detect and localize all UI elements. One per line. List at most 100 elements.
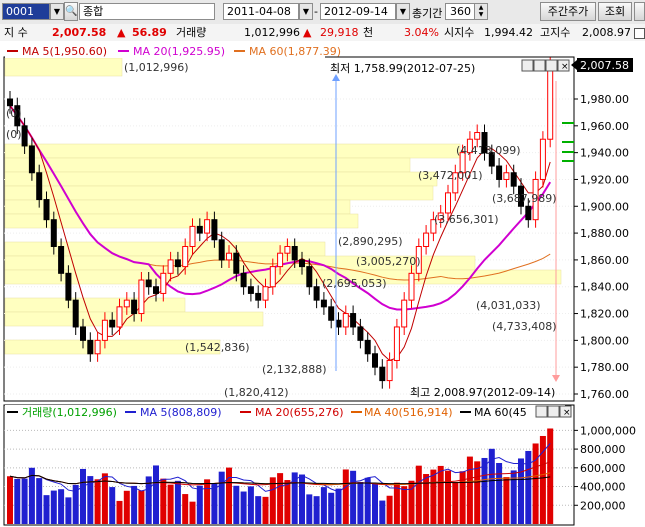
volume-bar <box>313 496 320 524</box>
volume-bar <box>481 457 488 524</box>
y-tick-label: 1,820.00 <box>580 308 629 321</box>
candle-body <box>539 138 546 180</box>
volume-profile-label: (3,656,301) <box>434 213 499 226</box>
stock-chart: 최저 1,758.99(2012-07-25) 최고 2,008.97(2012… <box>0 41 645 527</box>
volume-profile-label: (4,031,033) <box>476 299 541 312</box>
candle-body <box>58 246 65 274</box>
volume-bar <box>547 428 554 524</box>
candle-body <box>269 266 276 288</box>
candle-body <box>408 272 415 301</box>
volume-profile-bar <box>4 171 438 187</box>
query-button[interactable]: 조회 <box>598 2 632 21</box>
more-button[interactable] <box>634 2 645 21</box>
minimize-icon[interactable] <box>521 59 534 72</box>
candle-body <box>123 299 130 308</box>
candle-body <box>43 199 50 221</box>
candle-body <box>211 219 218 241</box>
volume-bar <box>299 474 305 524</box>
candle-body <box>204 219 211 234</box>
volume-bar <box>174 480 181 524</box>
y-tick-label: 1,800.00 <box>580 334 629 347</box>
sort-icon[interactable] <box>545 59 558 72</box>
candle-body <box>393 326 400 361</box>
volume-bar <box>160 478 167 524</box>
volume-bar <box>488 448 495 524</box>
volume-bar <box>401 486 408 524</box>
volume-bar <box>182 494 189 524</box>
volume-bar <box>518 458 524 524</box>
candle-body <box>364 339 371 355</box>
volume-bar <box>452 482 459 524</box>
change-percent: 3.04% <box>404 26 439 39</box>
candle-body <box>153 286 159 294</box>
end-date-input[interactable]: 2012-09-14 <box>320 3 396 20</box>
volume-bar <box>43 495 50 524</box>
candle-body <box>72 299 79 328</box>
volume-value: 1,012,996 <box>244 26 300 39</box>
volume-bar <box>357 482 364 524</box>
candle-body <box>218 239 225 261</box>
volume-panel-controls: × <box>535 405 572 418</box>
candle-body <box>80 326 86 341</box>
start-date-input[interactable]: 2011-04-08 <box>223 3 299 20</box>
period-count-input[interactable]: 360 <box>445 3 475 20</box>
candle-body <box>328 306 335 321</box>
volume-bar <box>474 461 481 524</box>
volume-bar <box>379 500 386 524</box>
volume-bar <box>226 467 232 524</box>
candle-body <box>116 306 123 328</box>
volume-profile-label: (0) <box>6 107 22 120</box>
candle-body <box>320 299 327 308</box>
open-index-label: 시지수 <box>444 26 475 39</box>
volume-bar <box>204 479 211 524</box>
candle-body <box>445 192 451 214</box>
volume-bar <box>342 469 349 524</box>
volume-bar <box>109 487 116 524</box>
volume-y-tick-label: 1,000,000 <box>580 424 636 437</box>
volume-bar <box>80 468 86 524</box>
candle-body <box>496 165 503 180</box>
candle-body <box>189 225 196 248</box>
high-index-label: 고지수 <box>540 26 571 39</box>
end-date-dropdown-icon[interactable]: ▼ <box>396 3 410 20</box>
candle-body <box>28 145 35 174</box>
volume-ma5-legend: MA 5(808,809) <box>140 406 222 419</box>
candle-body <box>138 279 145 315</box>
low-note: 최저 1,758.99(2012-07-25) <box>330 62 475 75</box>
volume-bar <box>58 489 65 524</box>
volume-bar <box>131 485 138 524</box>
y-tick-label: 1,940.00 <box>580 147 629 160</box>
volume-sort-icon[interactable] <box>547 405 560 418</box>
price-panel-controls: × <box>521 59 570 72</box>
volume-bar <box>532 443 539 524</box>
high-note: 최고 2,008.97(2012-09-14) <box>410 386 555 399</box>
candle-body <box>7 98 13 107</box>
candle-body <box>284 246 291 254</box>
candle-body <box>291 246 298 261</box>
start-date-dropdown-icon[interactable]: ▼ <box>299 3 313 20</box>
candle-body <box>335 319 342 328</box>
y-tick-label: 1,900.00 <box>580 200 629 213</box>
volume-y-tick-label: 200,000 <box>580 499 626 512</box>
index-code-input[interactable]: 0001 <box>2 3 50 20</box>
volume-bar <box>196 485 203 524</box>
y-tick-label: 1,860.00 <box>580 254 629 267</box>
candle-body <box>401 299 408 328</box>
option-checkbox[interactable] <box>634 28 645 39</box>
weekly-price-button[interactable]: 주간주가 <box>540 2 596 21</box>
search-icon[interactable]: 🔍 <box>64 2 78 21</box>
code-dropdown-icon[interactable]: ▼ <box>50 3 64 20</box>
period-spinner-icon[interactable]: ▲ ▼ <box>474 3 488 20</box>
candle-body <box>247 286 254 294</box>
candle-body <box>255 292 262 301</box>
volume-minimize-icon[interactable] <box>535 405 548 418</box>
volume-ma40-legend: MA 40(516,914) <box>364 406 453 419</box>
volume-bar <box>123 490 130 524</box>
volume-bar <box>218 471 225 524</box>
volume-bar <box>14 478 21 524</box>
volume-y-tick-label: 600,000 <box>580 462 626 475</box>
restore-icon[interactable] <box>533 59 546 72</box>
volume-bar <box>211 483 218 524</box>
current-index-value: 2,007.58 <box>52 26 107 39</box>
volume-profile-bar <box>4 57 123 77</box>
